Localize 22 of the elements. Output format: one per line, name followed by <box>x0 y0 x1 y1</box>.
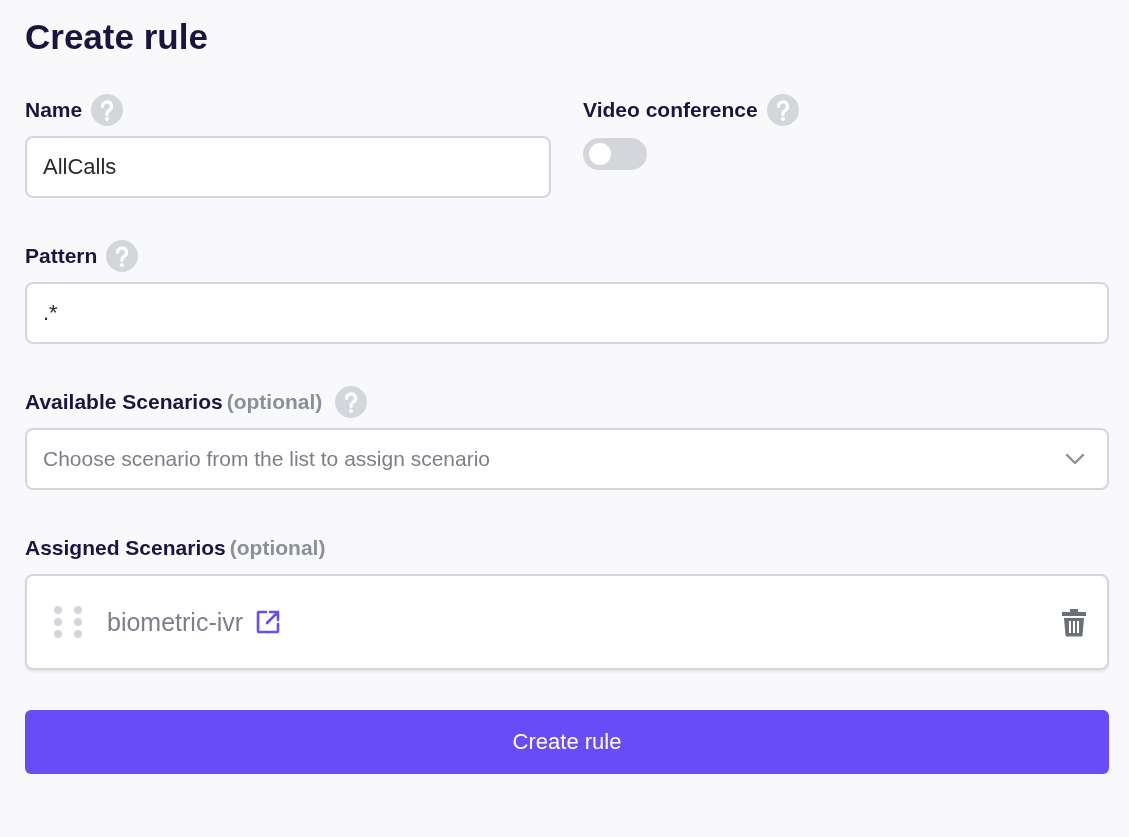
drag-handle-icon[interactable] <box>53 605 83 639</box>
scenario-dropdown[interactable]: Choose scenario from the list to assign scenario <box>25 428 1109 490</box>
external-link-icon[interactable] <box>255 609 282 635</box>
name-input-field[interactable]: AllCalls <box>25 136 551 198</box>
field-label: Pattern <box>25 244 98 268</box>
scenario-name: biometric-ivr <box>107 607 244 637</box>
pattern-input-field[interactable]: .* <box>25 282 1109 344</box>
help-icon[interactable] <box>91 94 124 126</box>
help-icon[interactable] <box>106 240 139 272</box>
optional-hint: (optional) <box>229 536 326 560</box>
field-label: Assigned Scenarios <box>25 536 226 560</box>
trash-icon[interactable] <box>1061 607 1087 637</box>
optional-hint: (optional) <box>226 390 323 414</box>
field-label: Video conference <box>583 98 758 122</box>
page-title: Create rule <box>25 16 209 58</box>
toggle-switch[interactable] <box>583 138 647 170</box>
help-icon[interactable] <box>766 94 799 126</box>
chevron-down-icon <box>1065 453 1085 465</box>
help-icon[interactable] <box>335 386 368 418</box>
field-label: Available Scenarios <box>25 390 223 414</box>
field-label: Name <box>25 98 83 122</box>
create-rule-button[interactable]: Create rule <box>25 710 1109 774</box>
